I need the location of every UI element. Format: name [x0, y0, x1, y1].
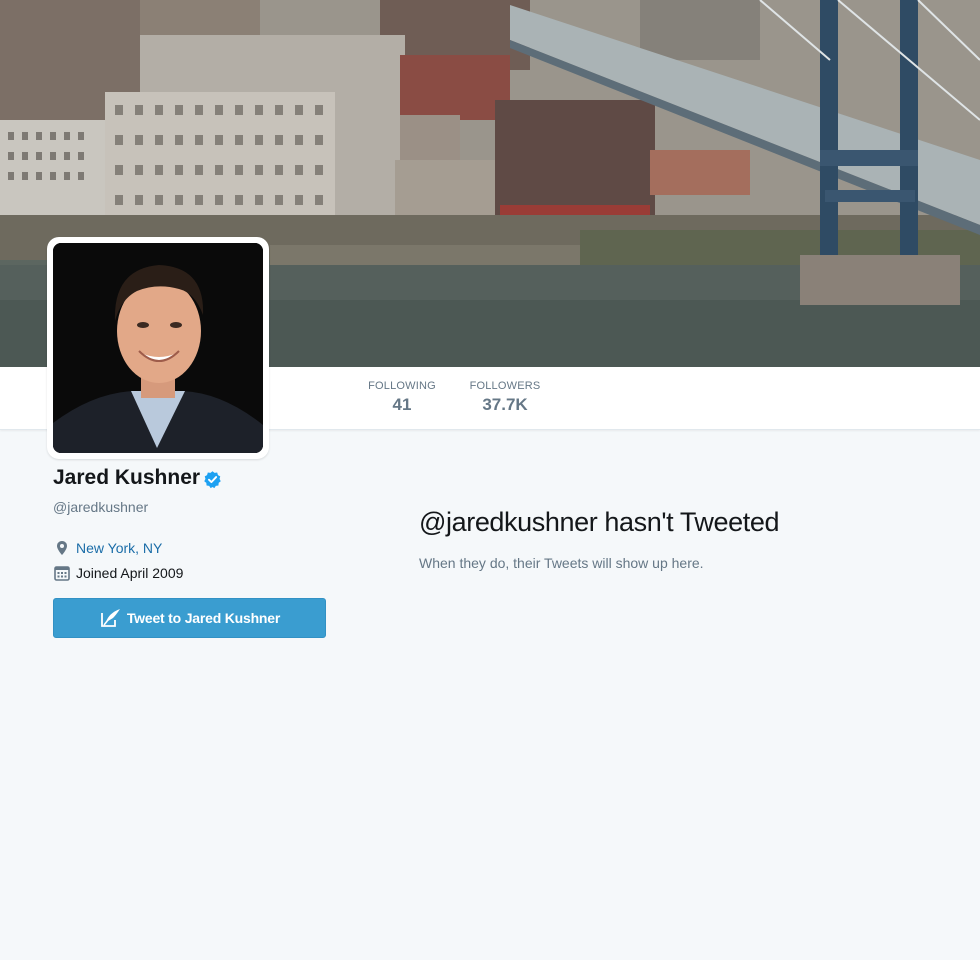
tweet-button-label: Tweet to Jared Kushner [126, 610, 281, 626]
joined-date-text: Joined April 2009 [76, 565, 184, 581]
profile-join-date: Joined April 2009 [53, 564, 183, 582]
empty-timeline-title: @jaredkushner hasn't Tweeted [419, 507, 780, 538]
verified-badge-icon [204, 470, 221, 488]
empty-title-handle: @jaredkushner [419, 507, 598, 537]
profile-full-name[interactable]: Jared Kushner [53, 466, 200, 490]
profile-name-row: Jared Kushner [53, 466, 222, 490]
compose-tweet-icon [100, 609, 120, 627]
empty-title-message: hasn't Tweeted [597, 507, 780, 537]
followers-count: 37.7K [482, 395, 528, 414]
following-stat[interactable]: FOLLOWING 41 [366, 380, 438, 415]
avatar-photo [53, 243, 263, 453]
map-pin-icon [57, 541, 67, 555]
profile-location: New York, NY [53, 539, 162, 557]
profile-avatar[interactable] [47, 237, 269, 459]
followers-stat[interactable]: FOLLOWERS 37.7K [467, 380, 543, 415]
following-count: 41 [392, 395, 412, 414]
following-label: FOLLOWING [368, 380, 436, 392]
empty-timeline-subtitle: When they do, their Tweets will show up … [419, 555, 704, 571]
calendar-icon [54, 566, 70, 581]
followers-label: FOLLOWERS [469, 380, 541, 392]
profile-handle[interactable]: @jaredkushner [53, 499, 148, 515]
tweet-to-user-button[interactable]: Tweet to Jared Kushner [53, 598, 326, 638]
location-link[interactable]: New York, NY [76, 540, 162, 556]
